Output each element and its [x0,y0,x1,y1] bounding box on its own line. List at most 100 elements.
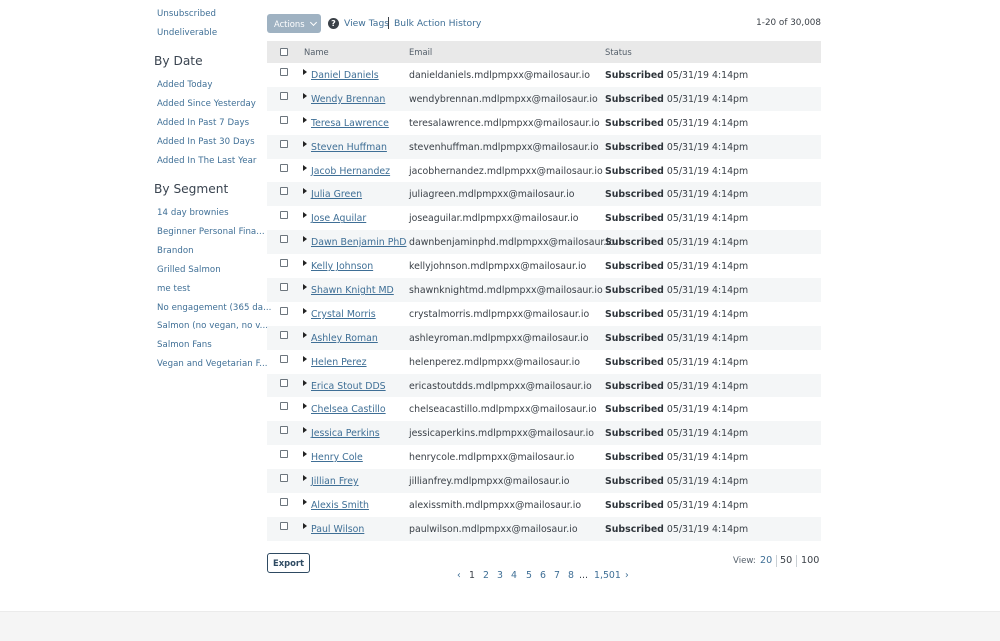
expand-caret-icon[interactable] [303,92,307,99]
subscriber-name-link[interactable]: Helen Perez [311,357,367,368]
expand-caret-icon[interactable] [303,116,307,123]
expand-caret-icon[interactable] [303,212,307,219]
pagination-page-last[interactable]: 1,501 [594,570,621,581]
expand-caret-icon[interactable] [303,69,307,75]
sidebar-item-added-last-year[interactable]: Added In The Last Year [157,156,256,166]
question-circle-icon[interactable]: ? [328,18,339,29]
sidebar-item-unsubscribed[interactable]: Unsubscribed [157,9,216,19]
subscriber-name-link[interactable]: Shawn Knight MD [311,285,394,296]
row-checkbox[interactable] [280,211,288,220]
row-checkbox[interactable] [280,259,288,268]
expand-caret-icon[interactable] [303,307,307,314]
select-all-checkbox[interactable] [280,48,288,56]
pagination-page-7[interactable]: 7 [554,570,560,581]
subscriber-email: kellyjohnson.mdlpmpxx@mailosaur.io [409,261,587,273]
sidebar-item-segment[interactable]: Salmon Fans [157,340,212,350]
row-checkbox[interactable] [280,283,288,292]
sidebar-item-segment[interactable]: Vegan and Vegetarian F... [157,359,268,369]
sidebar-item-segment[interactable]: Grilled Salmon [157,265,221,275]
row-checkbox[interactable] [280,378,288,387]
subscriber-name-link[interactable]: Daniel Daniels [311,70,379,81]
subscriber-name-link[interactable]: Jessica Perkins [311,428,380,439]
row-checkbox[interactable] [280,306,288,315]
bulk-action-history-link[interactable]: Bulk Action History [394,18,481,29]
row-checkbox[interactable] [280,521,288,530]
sidebar-item-segment[interactable]: me test [157,284,190,294]
row-checkbox[interactable] [280,139,288,148]
expand-caret-icon[interactable] [303,284,307,291]
sidebar-item-added-past-7-days[interactable]: Added In Past 7 Days [157,118,249,128]
sidebar-item-segment[interactable]: Beginner Personal Fina... [157,227,265,237]
subscriber-name-link[interactable]: Jillian Frey [311,476,359,487]
expand-caret-icon[interactable] [303,522,307,529]
view-option-20[interactable]: 20 [760,555,772,566]
column-header-status[interactable]: Status [605,47,632,57]
row-checkbox[interactable] [280,91,288,100]
expand-caret-icon[interactable] [303,475,307,482]
expand-caret-icon[interactable] [303,140,307,147]
subscriber-name-link[interactable]: Alexis Smith [311,500,369,511]
subscriber-name-link[interactable]: Paul Wilson [311,524,364,535]
row-checkbox[interactable] [280,498,288,507]
expand-caret-icon[interactable] [303,236,307,243]
view-option-100[interactable]: 100 [801,555,819,566]
view-option-50[interactable]: 50 [780,555,792,566]
pagination-page-5[interactable]: 5 [526,570,532,581]
expand-caret-icon[interactable] [303,403,307,410]
row-checkbox[interactable] [280,474,288,483]
pagination-page-4[interactable]: 4 [511,570,517,581]
pagination-page-8[interactable]: 8 [568,570,574,581]
column-header-name[interactable]: Name [304,47,329,57]
expand-caret-icon[interactable] [303,331,307,338]
pagination-page-3[interactable]: 3 [497,570,503,581]
expand-caret-icon[interactable] [303,260,307,267]
sidebar-item-segment[interactable]: 14 day brownies [157,208,229,218]
column-header-email[interactable]: Email [409,47,432,57]
subscriber-name-link[interactable]: Jacob Hernandez [311,166,390,177]
row-checkbox[interactable] [280,163,288,172]
sidebar-item-segment[interactable]: Brandon [157,246,194,256]
subscriber-name-link[interactable]: Kelly Johnson [311,261,373,272]
pagination-page-2[interactable]: 2 [483,570,489,581]
subscriber-name-link[interactable]: Erica Stout DDS [311,381,386,392]
expand-caret-icon[interactable] [303,188,307,195]
sidebar-item-segment[interactable]: No engagement (365 da... [157,303,271,313]
subscriber-name-link[interactable]: Chelsea Castillo [311,404,386,415]
pagination-page-6[interactable]: 6 [540,570,546,581]
sidebar-item-added-past-30-days[interactable]: Added In Past 30 Days [157,137,255,147]
row-checkbox[interactable] [280,187,288,196]
subscriber-name-link[interactable]: Teresa Lawrence [311,118,389,129]
expand-caret-icon[interactable] [303,499,307,506]
sidebar-item-segment[interactable]: Salmon (no vegan, no v... [157,321,268,331]
expand-caret-icon[interactable] [303,164,307,171]
sidebar-item-added-today[interactable]: Added Today [157,80,213,90]
expand-caret-icon[interactable] [303,451,307,458]
row-checkbox[interactable] [280,450,288,459]
subscriber-name-link[interactable]: Dawn Benjamin PhD [311,237,407,248]
sidebar-item-undeliverable[interactable]: Undeliverable [157,28,217,38]
subscriber-name-link[interactable]: Crystal Morris [311,309,376,320]
subscriber-name-link[interactable]: Julia Green [311,189,362,200]
subscriber-name-link[interactable]: Jose Aguilar [311,213,366,224]
expand-caret-icon[interactable] [303,379,307,386]
row-checkbox[interactable] [280,402,288,411]
expand-caret-icon[interactable] [303,355,307,362]
export-button[interactable]: Export [267,553,310,573]
sidebar-item-added-since-yesterday[interactable]: Added Since Yesterday [157,99,256,109]
row-checkbox[interactable] [280,68,288,76]
pagination-page-1[interactable]: 1 [469,570,475,581]
actions-dropdown-button[interactable]: Actions [267,14,321,33]
view-tags-link[interactable]: View Tags [344,18,389,29]
pagination-prev-icon[interactable]: ‹ [457,570,461,581]
subscriber-name-link[interactable]: Ashley Roman [311,333,378,344]
subscriber-name-link[interactable]: Steven Huffman [311,142,387,153]
row-checkbox[interactable] [280,354,288,363]
row-checkbox[interactable] [280,330,288,339]
pagination-next-icon[interactable]: › [625,570,629,581]
subscriber-name-link[interactable]: Henry Cole [311,452,363,463]
expand-caret-icon[interactable] [303,427,307,434]
row-checkbox[interactable] [280,426,288,435]
subscriber-name-link[interactable]: Wendy Brennan [311,94,385,105]
row-checkbox[interactable] [280,115,288,124]
row-checkbox[interactable] [280,235,288,244]
